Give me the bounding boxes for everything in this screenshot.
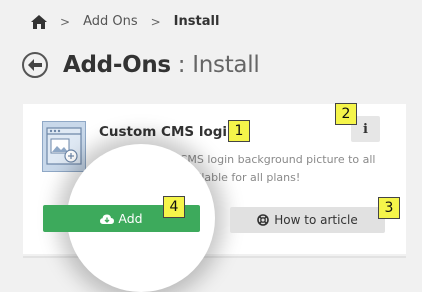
breadcrumb-separator: > [150, 14, 161, 29]
add-button-label: Add [118, 211, 143, 226]
breadcrumb-item-install: Install [173, 14, 220, 29]
callout-marker-4: 4 [163, 196, 185, 218]
page-title-sub: : Install [170, 52, 260, 78]
back-button[interactable] [22, 52, 48, 78]
cloud-download-icon [100, 213, 115, 224]
how-to-article-button[interactable]: How to article [230, 207, 385, 233]
page-title-main: Add-Ons [63, 52, 171, 78]
breadcrumb: > Add Ons > Install [31, 14, 219, 29]
page-title: Add-Ons : Install [63, 52, 260, 78]
addon-name: Custom CMS login [99, 124, 237, 140]
breadcrumb-item-add-ons[interactable]: Add Ons [83, 14, 138, 29]
callout-marker-3: 3 [378, 197, 400, 219]
arrow-left-circle-icon [28, 59, 42, 71]
breadcrumb-separator: > [60, 14, 71, 29]
lifebuoy-icon [257, 214, 270, 226]
page-header: Add-Ons : Install [22, 52, 260, 78]
home-icon[interactable] [31, 14, 47, 29]
callout-marker-1: 1 [228, 120, 250, 142]
callout-marker-2: 2 [335, 103, 357, 125]
how-to-article-label: How to article [274, 213, 358, 227]
image-window-icon [42, 121, 86, 172]
